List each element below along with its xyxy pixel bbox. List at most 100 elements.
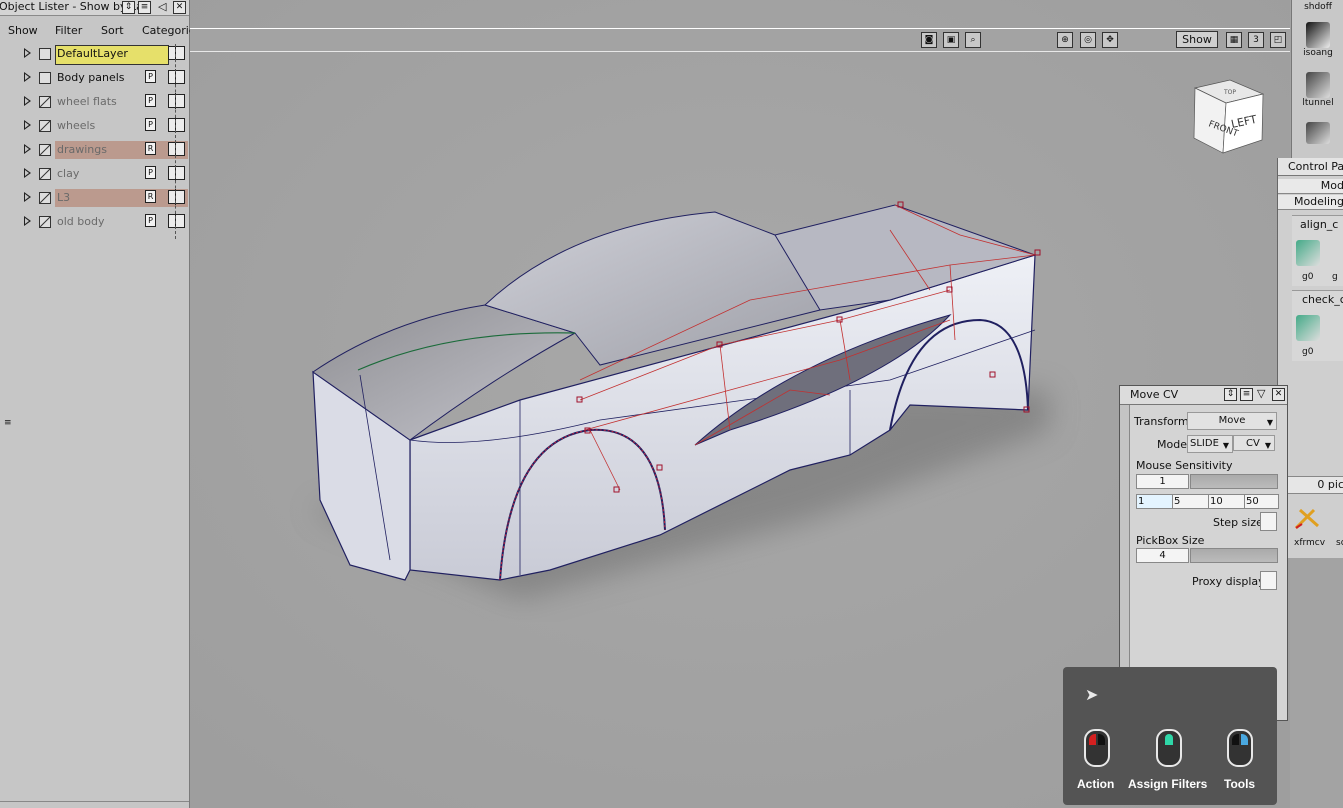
- layer-visibility-toggle[interactable]: [39, 48, 51, 60]
- expand-arrow-icon[interactable]: [24, 72, 31, 82]
- layer-row[interactable]: wheels P: [0, 116, 189, 136]
- control-panel-tab[interactable]: Mod: [1278, 179, 1343, 194]
- layer-state-badge[interactable]: P: [145, 70, 156, 83]
- layer-name[interactable]: DefaultLayer: [57, 47, 128, 60]
- expand-arrow-icon[interactable]: [24, 192, 31, 202]
- layer-state-badge[interactable]: R: [145, 142, 156, 155]
- menu-filter[interactable]: Filter: [55, 24, 82, 37]
- zoom-icon[interactable]: ⌕: [965, 32, 981, 48]
- collapse-icon[interactable]: ⇕: [1224, 388, 1237, 401]
- layer-state-badge[interactable]: [145, 46, 154, 57]
- layer-color-swatch[interactable]: [168, 213, 185, 229]
- mode-type-dropdown[interactable]: CV: [1233, 435, 1275, 454]
- close-icon[interactable]: ✕: [1272, 388, 1285, 401]
- layer-color-swatch[interactable]: [168, 93, 185, 109]
- layer-name[interactable]: wheel flats: [57, 95, 117, 108]
- layer-row[interactable]: Body panels P: [0, 68, 189, 88]
- expand-arrow-icon[interactable]: [24, 216, 31, 226]
- layer-color-swatch[interactable]: [168, 69, 185, 85]
- pickbox-size-field[interactable]: 4: [1136, 548, 1189, 563]
- expand-arrow-icon[interactable]: [24, 120, 31, 130]
- menu-show[interactable]: Show: [8, 24, 38, 37]
- maximize-icon[interactable]: ◰: [1270, 32, 1286, 48]
- move-view-icon[interactable]: ✥: [1102, 32, 1118, 48]
- layer-state-badge[interactable]: P: [145, 166, 156, 179]
- layer-state-badge[interactable]: R: [145, 190, 156, 203]
- shelf-palette: shdoff isoang ltunnel: [1291, 0, 1343, 160]
- layer-name[interactable]: drawings: [57, 143, 107, 156]
- layer-visibility-toggle[interactable]: [39, 96, 51, 108]
- layer-color-swatch[interactable]: [168, 165, 185, 181]
- viewport-toolbar: ◙ ▣ ⌕ ⊕ ◎ ✥ Show ▦ 3 ◰: [190, 28, 1290, 52]
- layer-visibility-toggle[interactable]: [39, 72, 51, 84]
- layer-name[interactable]: Body panels: [57, 71, 125, 84]
- layer-state-badge[interactable]: P: [145, 214, 156, 227]
- layer-visibility-toggle[interactable]: [39, 216, 51, 228]
- tumble-icon[interactable]: ◎: [1080, 32, 1096, 48]
- step-size-field[interactable]: [1260, 512, 1277, 531]
- menu-categories[interactable]: Categorie: [142, 24, 196, 37]
- proxy-display-checkbox[interactable]: [1260, 571, 1277, 590]
- collapse-icon[interactable]: ⇕: [122, 1, 135, 14]
- mouse-sensitivity-field[interactable]: 1: [1136, 474, 1189, 489]
- mode-dropdown[interactable]: SLIDE: [1187, 435, 1233, 454]
- layout-number[interactable]: 3: [1248, 32, 1264, 48]
- shelf-item-isoang[interactable]: isoang: [1292, 22, 1343, 58]
- close-icon[interactable]: ✕: [173, 1, 186, 14]
- shelf-item-ltunnel[interactable]: ltunnel: [1292, 72, 1343, 108]
- film-icon[interactable]: ▣: [943, 32, 959, 48]
- expand-arrow-icon[interactable]: [24, 48, 31, 58]
- layer-row[interactable]: clay P: [0, 164, 189, 184]
- layer-color-swatch[interactable]: [168, 45, 185, 61]
- layer-state-badge[interactable]: P: [145, 94, 156, 107]
- group-check: check_co g0: [1292, 290, 1343, 361]
- align-icon[interactable]: [1296, 240, 1320, 266]
- layer-visibility-toggle[interactable]: [39, 120, 51, 132]
- layer-state-badge[interactable]: P: [145, 118, 156, 131]
- layer-row[interactable]: wheel flats P: [0, 92, 189, 112]
- pan-view-icon[interactable]: ⊕: [1057, 32, 1073, 48]
- layer-visibility-toggle[interactable]: [39, 144, 51, 156]
- mouse-sensitivity-slider[interactable]: [1190, 474, 1278, 489]
- preset-5[interactable]: 5: [1172, 494, 1209, 509]
- right-button-indicator: [1241, 734, 1248, 745]
- show-button[interactable]: Show: [1176, 31, 1218, 48]
- expand-arrow-icon[interactable]: [24, 168, 31, 178]
- camera-icon[interactable]: ◙: [921, 32, 937, 48]
- layer-color-swatch[interactable]: [168, 141, 185, 157]
- layer-row[interactable]: old body P: [0, 212, 189, 232]
- arrow-left-icon[interactable]: ◁: [158, 0, 166, 13]
- check-icon[interactable]: [1296, 315, 1320, 341]
- layer-color-swatch[interactable]: [168, 117, 185, 133]
- layer-name[interactable]: old body: [57, 215, 104, 228]
- panel-resize-handle[interactable]: ≡: [4, 418, 12, 428]
- layer-visibility-toggle[interactable]: [39, 168, 51, 180]
- expand-arrow-icon[interactable]: [24, 144, 31, 154]
- preset-50[interactable]: 50: [1244, 494, 1279, 509]
- transform-dropdown[interactable]: Move: [1187, 412, 1277, 431]
- chevron-down-icon[interactable]: ▽: [1257, 387, 1265, 400]
- layer-name[interactable]: clay: [57, 167, 79, 180]
- shelf-item-shdoff[interactable]: shdoff: [1292, 2, 1343, 12]
- menu-icon[interactable]: ≡: [1240, 388, 1253, 401]
- shelf-item-more[interactable]: [1292, 122, 1343, 144]
- layer-visibility-toggle[interactable]: [39, 192, 51, 204]
- layer-row[interactable]: drawings R: [0, 140, 189, 160]
- object-lister-panel: Object Lister - Show by La ⇕ ≡ ◁ ✕ Show …: [0, 0, 196, 808]
- xfrmcv-icon[interactable]: [1292, 504, 1322, 532]
- layer-row[interactable]: L3 R: [0, 188, 189, 208]
- layer-color-swatch[interactable]: [168, 189, 185, 205]
- preset-1[interactable]: 1: [1136, 494, 1173, 509]
- pickbox-size-slider[interactable]: [1190, 548, 1278, 563]
- menu-icon[interactable]: ≡: [138, 1, 151, 14]
- control-panel-section[interactable]: Modeling: [1278, 195, 1343, 210]
- tool-icon: [1306, 122, 1330, 144]
- preset-10[interactable]: 10: [1208, 494, 1245, 509]
- layer-name[interactable]: L3: [57, 191, 70, 204]
- menu-sort[interactable]: Sort: [101, 24, 124, 37]
- grid-icon[interactable]: ▦: [1226, 32, 1242, 48]
- layer-name[interactable]: wheels: [57, 119, 95, 132]
- view-cube[interactable]: FRONT LEFT TOP: [1193, 79, 1265, 154]
- layer-row[interactable]: DefaultLayer: [0, 44, 189, 65]
- expand-arrow-icon[interactable]: [24, 96, 31, 106]
